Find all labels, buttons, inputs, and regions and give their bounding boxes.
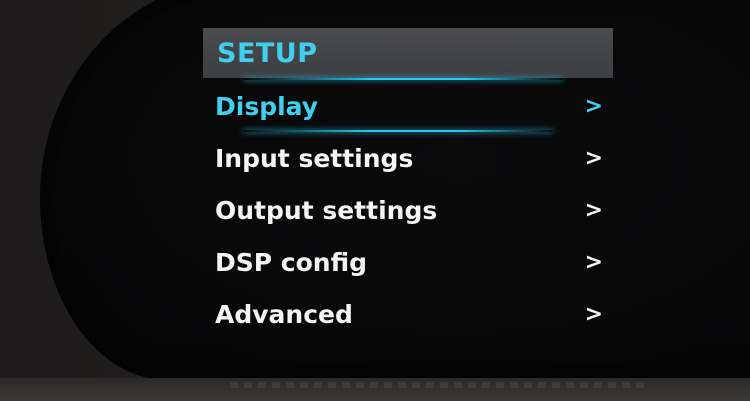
menu-item-label: DSP config: [215, 247, 368, 277]
bezel-texture: [230, 382, 650, 388]
chevron-right-icon: >: [584, 197, 603, 223]
menu-item-input-settings[interactable]: Input settings >: [203, 132, 613, 184]
chevron-right-icon: >: [584, 145, 603, 171]
menu-item-label: Advanced: [215, 299, 353, 329]
menu-item-output-settings[interactable]: Output settings >: [203, 184, 613, 236]
menu-title: SETUP: [217, 37, 318, 69]
chevron-right-icon: >: [584, 249, 603, 275]
chevron-right-icon: >: [584, 301, 603, 327]
menu-title-bar: SETUP: [203, 28, 613, 78]
menu-item-advanced[interactable]: Advanced >: [203, 288, 613, 340]
menu-item-label: Input settings: [215, 143, 414, 173]
menu-item-display[interactable]: Display >: [203, 80, 613, 132]
menu-item-label: Output settings: [215, 195, 438, 225]
menu-item-label: Display: [215, 91, 319, 121]
chevron-right-icon: >: [584, 93, 603, 119]
menu-item-dsp-config[interactable]: DSP config >: [203, 236, 613, 288]
setup-menu: SETUP Display > Input settings > Output …: [203, 28, 613, 340]
device-frame: SETUP Display > Input settings > Output …: [0, 0, 750, 401]
